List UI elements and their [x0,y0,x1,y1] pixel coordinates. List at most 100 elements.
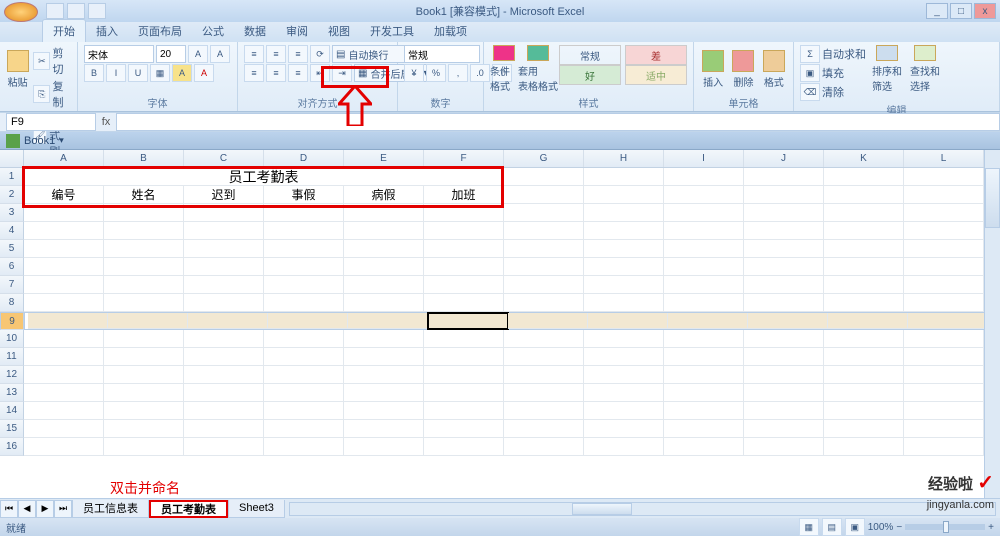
cell-D11[interactable] [264,348,344,366]
cell-K7[interactable] [824,276,904,294]
cell-C8[interactable] [184,294,264,312]
cell-H11[interactable] [584,348,664,366]
cell-G14[interactable] [504,402,584,420]
cut-button[interactable]: ✂ [33,52,50,70]
cell-G6[interactable] [504,258,584,276]
cell[interactable] [664,168,744,186]
cell[interactable] [904,168,984,186]
cell-F10[interactable] [424,330,504,348]
col-header-K[interactable]: K [824,150,904,167]
border-button[interactable]: ▦ [150,64,170,82]
indent-inc-button[interactable]: ⇥ [332,64,352,82]
cell-I9[interactable] [668,313,748,329]
cell-G15[interactable] [504,420,584,438]
cond-format-button[interactable]: 条件格式 [490,45,517,93]
orientation-button[interactable]: ⟳ [310,45,330,63]
cell[interactable] [504,168,584,186]
col-header-B[interactable]: B [104,150,184,167]
ribbon-tab-8[interactable]: 加载项 [424,20,477,42]
formula-input[interactable] [116,113,1000,131]
cell-I11[interactable] [664,348,744,366]
cell-E8[interactable] [344,294,424,312]
col-header-I[interactable]: I [664,150,744,167]
cell-K2[interactable] [824,186,904,204]
cell-K12[interactable] [824,366,904,384]
cell[interactable] [584,168,664,186]
cell-K6[interactable] [824,258,904,276]
ribbon-tab-4[interactable]: 数据 [234,20,276,42]
cell-I7[interactable] [664,276,744,294]
cell-I13[interactable] [664,384,744,402]
cell-D15[interactable] [264,420,344,438]
cell-A10[interactable] [24,330,104,348]
cell-I16[interactable] [664,438,744,456]
cell-K11[interactable] [824,348,904,366]
clear-button[interactable]: ⌫ [800,83,820,101]
cell[interactable] [744,168,824,186]
cell-E15[interactable] [344,420,424,438]
cell-H5[interactable] [584,240,664,258]
cell-B7[interactable] [104,276,184,294]
cell-L11[interactable] [904,348,984,366]
cell-E12[interactable] [344,366,424,384]
percent-button[interactable]: % [426,64,446,82]
horizontal-scrollbar[interactable] [289,502,996,516]
cell-K3[interactable] [824,204,904,222]
cell-F16[interactable] [424,438,504,456]
font-color-button[interactable]: A [194,64,214,82]
insert-cells-button[interactable]: 插入 [700,45,726,93]
cell-L2[interactable] [904,186,984,204]
align-left-button[interactable]: ≡ [244,64,264,82]
cell-C5[interactable] [184,240,264,258]
qat-save[interactable] [46,3,64,19]
font-size-select[interactable] [156,45,186,63]
qat-undo[interactable] [67,3,85,19]
row-header-7[interactable]: 7 [0,276,24,294]
cell-E6[interactable] [344,258,424,276]
cell-G5[interactable] [504,240,584,258]
cell-J12[interactable] [744,366,824,384]
cell-B3[interactable] [104,204,184,222]
font-name-select[interactable] [84,45,154,63]
cell-C13[interactable] [184,384,264,402]
cell-D4[interactable] [264,222,344,240]
cell-D13[interactable] [264,384,344,402]
cell-B12[interactable] [104,366,184,384]
cell-K8[interactable] [824,294,904,312]
col-header-C[interactable]: C [184,150,264,167]
vertical-scrollbar[interactable] [984,150,1000,500]
cell-J15[interactable] [744,420,824,438]
cell-I5[interactable] [664,240,744,258]
cell-K15[interactable] [824,420,904,438]
cell-B16[interactable] [104,438,184,456]
style-normal[interactable]: 常规 [559,45,621,65]
sheet-nav-last[interactable]: ⏭ [54,500,72,518]
cell-A16[interactable] [24,438,104,456]
cell-E10[interactable] [344,330,424,348]
ribbon-tab-1[interactable]: 插入 [86,20,128,42]
indent-dec-button[interactable]: ⇤ [310,64,330,82]
cell-H3[interactable] [584,204,664,222]
zoom-in-button[interactable]: + [988,522,994,533]
cell-F9[interactable] [428,313,508,329]
cell-E9[interactable] [348,313,428,329]
cell-F4[interactable] [424,222,504,240]
cell-H8[interactable] [584,294,664,312]
cell-F14[interactable] [424,402,504,420]
row-header-13[interactable]: 13 [0,384,24,402]
cell-I3[interactable] [664,204,744,222]
cell-I14[interactable] [664,402,744,420]
cell-A7[interactable] [24,276,104,294]
cell-D6[interactable] [264,258,344,276]
cell-F5[interactable] [424,240,504,258]
col-header-J[interactable]: J [744,150,824,167]
cell-J7[interactable] [744,276,824,294]
fill-button[interactable]: ▣ [800,64,820,82]
row-header-5[interactable]: 5 [0,240,24,258]
ribbon-tab-5[interactable]: 审阅 [276,20,318,42]
cell-L13[interactable] [904,384,984,402]
cell-C16[interactable] [184,438,264,456]
cell-F3[interactable] [424,204,504,222]
cell-C14[interactable] [184,402,264,420]
zoom-out-button[interactable]: − [896,522,902,533]
